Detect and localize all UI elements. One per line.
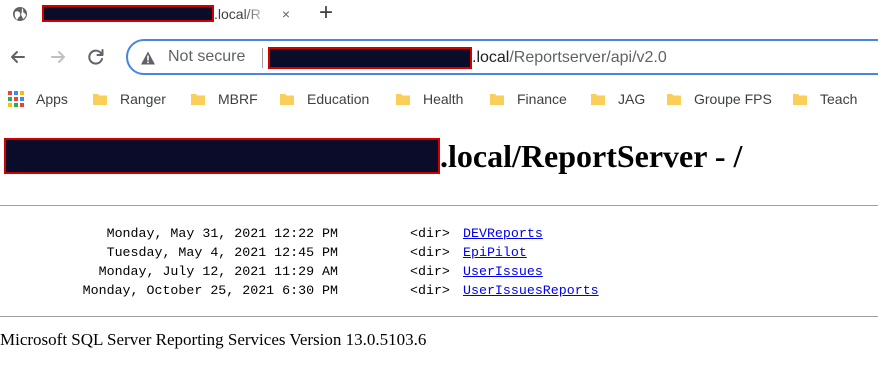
browser-tab[interactable]: .local/R × xyxy=(0,0,300,28)
back-button[interactable] xyxy=(6,45,30,69)
bookmark-folder-groupe-fps[interactable]: Groupe FPS xyxy=(666,89,772,109)
folder-icon xyxy=(490,94,504,105)
url-host-suffix: .local xyxy=(472,49,510,66)
divider xyxy=(0,316,878,317)
page-title: .local/ReportServer - / xyxy=(0,134,742,178)
bookmark-label: MBRF xyxy=(218,91,258,107)
entry-date: Monday, May 31, 2021 12:22 PM xyxy=(106,226,338,241)
bookmark-label: Apps xyxy=(36,91,68,107)
list-item: Tuesday, May 4, 2021 12:45 PM <dir> EpiP… xyxy=(0,245,878,264)
address-bar[interactable]: Not secure .local /Reportserver/api/v2.0 xyxy=(126,39,878,75)
list-item: Monday, October 25, 2021 6:30 PM <dir> U… xyxy=(0,283,878,302)
bookmark-label: JAG xyxy=(618,91,646,107)
list-item: Monday, May 31, 2021 12:22 PM <dir> DEVR… xyxy=(0,226,878,245)
new-tab-button[interactable]: + xyxy=(314,1,338,26)
bookmark-folder-teach[interactable]: Teach xyxy=(792,89,857,109)
reload-icon xyxy=(88,49,104,65)
back-arrow-icon xyxy=(11,51,25,63)
bookmarks-bar: Apps Ranger MBRF Education Health Financ… xyxy=(0,86,878,112)
bookmark-apps[interactable]: Apps xyxy=(8,89,68,109)
directory-listing: Monday, May 31, 2021 12:22 PM <dir> DEVR… xyxy=(0,226,878,302)
url-path: /Reportserver/api/v2.0 xyxy=(509,49,667,66)
bookmark-folder-education[interactable]: Education xyxy=(279,89,369,109)
folder-icon xyxy=(396,94,410,105)
browser-toolbar: Not secure .local /Reportserver/api/v2.0 xyxy=(0,28,878,86)
redacted-block xyxy=(268,47,472,69)
bookmark-folder-ranger[interactable]: Ranger xyxy=(92,89,166,109)
reload-button[interactable] xyxy=(84,45,108,69)
forward-button[interactable] xyxy=(46,45,70,69)
folder-icon xyxy=(93,94,107,105)
entry-link-userissuesreports[interactable]: UserIssuesReports xyxy=(463,283,599,298)
entry-type: <dir> xyxy=(410,226,450,241)
bookmark-label: Finance xyxy=(517,91,567,107)
folder-icon xyxy=(280,94,294,105)
bookmark-label: Groupe FPS xyxy=(694,91,772,107)
not-secure-label[interactable]: Not secure xyxy=(168,48,245,66)
bookmark-label: Health xyxy=(423,91,464,107)
entry-type: <dir> xyxy=(410,283,450,298)
entry-link-userissues[interactable]: UserIssues xyxy=(463,264,543,279)
entry-link-epipilot[interactable]: EpiPilot xyxy=(463,245,527,260)
list-item: Monday, July 12, 2021 11:29 AM <dir> Use… xyxy=(0,264,878,283)
globe-icon xyxy=(12,6,28,22)
entry-date: Monday, July 12, 2021 11:29 AM xyxy=(98,264,338,279)
tab-strip: .local/R × + xyxy=(0,0,878,28)
forward-arrow-icon xyxy=(51,51,65,63)
entry-link-devreports[interactable]: DEVReports xyxy=(463,226,543,241)
page-title-suffix: .local/ReportServer - / xyxy=(440,137,743,174)
bookmark-label: Teach xyxy=(820,91,858,107)
bookmark-folder-finance[interactable]: Finance xyxy=(489,89,567,109)
folder-icon xyxy=(793,94,807,105)
bookmark-folder-jag[interactable]: JAG xyxy=(590,89,645,109)
folder-icon xyxy=(591,94,605,105)
bookmark-folder-health[interactable]: Health xyxy=(395,89,463,109)
tab-title: .local/R xyxy=(42,5,272,22)
url-text[interactable]: .local /Reportserver/api/v2.0 xyxy=(268,47,667,69)
entry-type: <dir> xyxy=(410,245,450,260)
divider xyxy=(0,205,878,206)
apps-grid-icon xyxy=(8,91,24,107)
entry-date: Tuesday, May 4, 2021 12:45 PM xyxy=(106,245,338,260)
bookmark-label: Education xyxy=(307,91,370,107)
folder-icon xyxy=(191,94,205,105)
bookmark-label: Ranger xyxy=(120,91,166,107)
entry-type: <dir> xyxy=(410,264,450,279)
address-separator xyxy=(262,48,263,68)
folder-icon xyxy=(667,94,681,105)
entry-date: Monday, October 25, 2021 6:30 PM xyxy=(82,283,338,298)
warning-triangle-icon[interactable] xyxy=(140,50,156,66)
close-tab-icon[interactable]: × xyxy=(278,6,294,22)
redacted-block xyxy=(42,5,214,22)
version-footer: Microsoft SQL Server Reporting Services … xyxy=(0,330,427,349)
tab-title-fade xyxy=(242,5,272,22)
bookmark-folder-mbrf[interactable]: MBRF xyxy=(190,89,258,109)
redacted-block xyxy=(4,138,440,174)
